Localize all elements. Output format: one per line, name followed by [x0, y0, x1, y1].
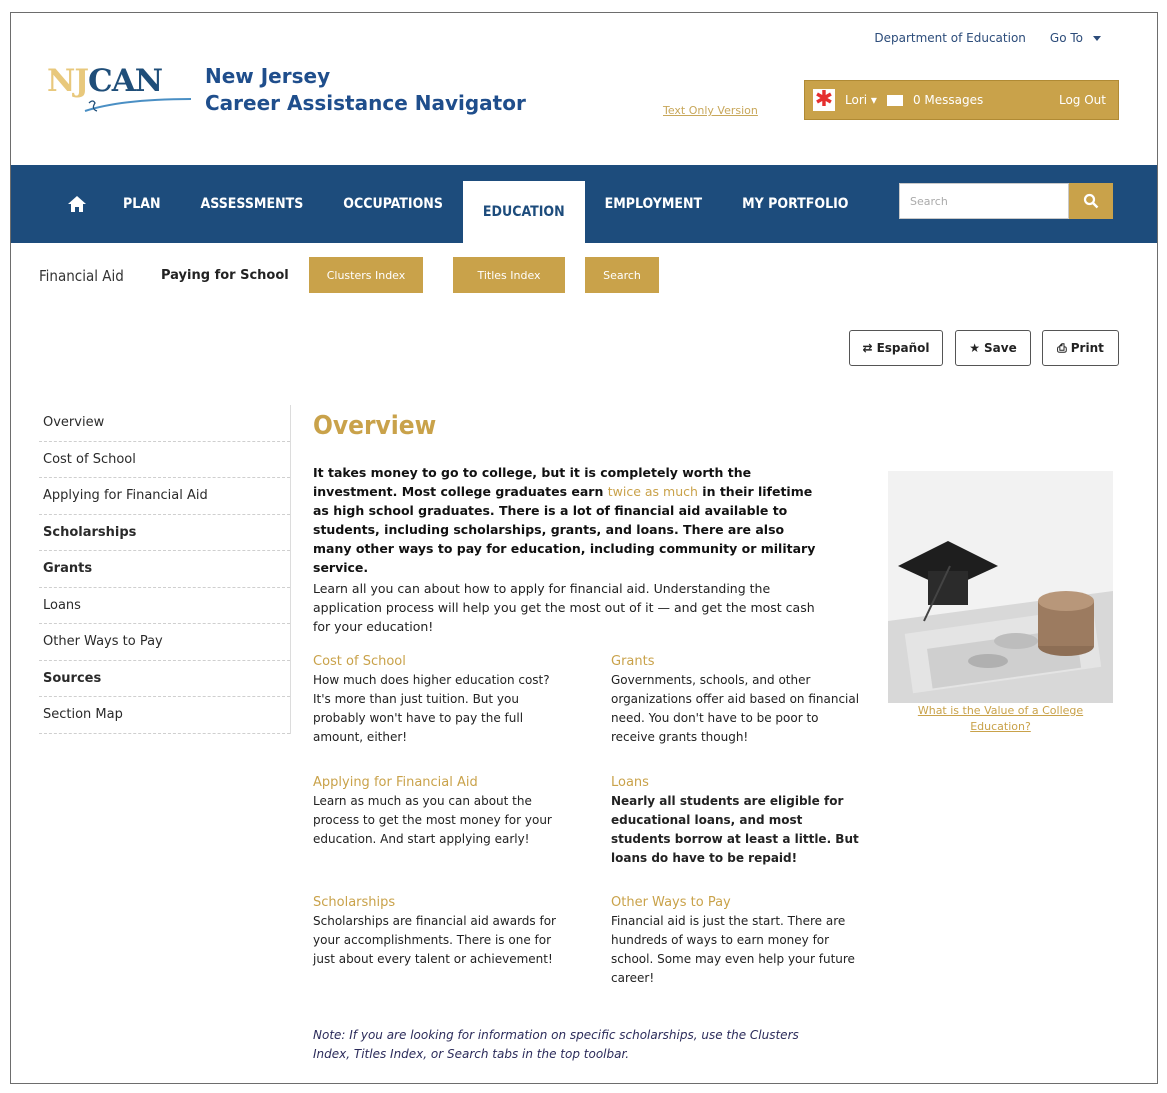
- intro-paragraph: It takes money to go to college, but it …: [313, 465, 816, 575]
- clusters-index-button[interactable]: Clusters Index: [309, 257, 423, 293]
- card-applying-for-financial-aid: Applying for Financial Aid Learn as much…: [313, 774, 563, 849]
- nav-education[interactable]: EDUCATION: [462, 181, 585, 243]
- top-links: Department of Education Go To: [874, 31, 1101, 45]
- card-title-link[interactable]: Grants: [611, 653, 861, 671]
- card-body: Nearly all students are eligible for edu…: [611, 794, 859, 865]
- home-icon: [68, 196, 86, 212]
- chevron-down-icon: [1093, 36, 1101, 41]
- search-icon: [1083, 193, 1099, 209]
- note-text: Note: If you are looking for information…: [313, 1028, 799, 1061]
- messages-link[interactable]: 0 Messages: [913, 93, 983, 107]
- nav-occupations[interactable]: OCCUPATIONS: [323, 165, 463, 243]
- sidebar-item-grants[interactable]: Grants: [39, 551, 290, 588]
- card-other-ways-to-pay: Other Ways to Pay Financial aid is just …: [611, 894, 861, 988]
- translate-icon: ⇄: [862, 341, 873, 355]
- text-only-link[interactable]: Text Only Version: [663, 104, 758, 117]
- card-title-link[interactable]: Loans: [611, 774, 861, 792]
- printer-icon: ⎙: [1057, 340, 1067, 355]
- page-frame: NJCAN New Jersey Career Assistance Navig…: [10, 12, 1158, 1084]
- paying-for-school-link[interactable]: Paying for School: [161, 268, 289, 283]
- card-body: Learn as much as you can about the proce…: [313, 794, 552, 846]
- card-body: Governments, schools, and other organiza…: [611, 673, 860, 744]
- page-title: Overview: [313, 411, 437, 441]
- card-body: How much does higher education cost? It'…: [313, 673, 550, 744]
- card-scholarships: Scholarships Scholarships are financial …: [313, 894, 563, 969]
- nav-plan[interactable]: PLAN: [103, 165, 181, 243]
- sidebar-item-applying-for-financial-aid[interactable]: Applying for Financial Aid: [39, 478, 290, 515]
- search-button[interactable]: [1069, 183, 1113, 219]
- sidebar-nav: Overview Cost of School Applying for Fin…: [39, 405, 291, 734]
- twice-as-much-link[interactable]: twice as much: [608, 484, 698, 499]
- sidebar-item-loans[interactable]: Loans: [39, 588, 290, 624]
- sidebar-item-sources[interactable]: Sources: [39, 661, 290, 697]
- brand-title: New Jersey Career Assistance Navigator: [205, 64, 526, 115]
- college-value-image[interactable]: [888, 471, 1113, 703]
- envelope-icon: [886, 94, 903, 106]
- espanol-button[interactable]: ⇄ Español: [849, 330, 943, 366]
- titles-index-button[interactable]: Titles Index: [453, 257, 565, 293]
- card-title-link[interactable]: Other Ways to Pay: [611, 894, 861, 912]
- logout-button[interactable]: Log Out: [1059, 93, 1106, 107]
- card-body: Financial aid is just the start. There a…: [611, 914, 855, 985]
- nav-assessments[interactable]: ASSESSMENTS: [181, 165, 324, 243]
- section-title: Financial Aid: [39, 267, 124, 285]
- njcan-logo[interactable]: NJCAN: [47, 63, 207, 123]
- card-grants: Grants Governments, schools, and other o…: [611, 653, 861, 747]
- sidebar-item-overview[interactable]: Overview: [39, 405, 290, 442]
- sidebar-item-section-map[interactable]: Section Map: [39, 697, 290, 734]
- card-title-link[interactable]: Cost of School: [313, 653, 563, 671]
- photo-caption-link[interactable]: What is the Value of a College Education…: [888, 703, 1113, 735]
- nav-home[interactable]: [51, 165, 103, 243]
- card-body: Scholarships are financial aid awards fo…: [313, 914, 556, 966]
- save-button[interactable]: ★ Save: [955, 330, 1031, 366]
- sidebar-item-cost-of-school[interactable]: Cost of School: [39, 442, 290, 478]
- department-link[interactable]: Department of Education: [874, 31, 1026, 45]
- alert-star-icon: ✱: [813, 87, 835, 112]
- sidebar-item-scholarships[interactable]: Scholarships: [39, 515, 290, 551]
- card-loans: Loans Nearly all students are eligible f…: [611, 774, 861, 868]
- subnav-search-button[interactable]: Search: [585, 257, 659, 293]
- sidebar-item-other-ways-to-pay[interactable]: Other Ways to Pay: [39, 624, 290, 661]
- star-icon: ★: [969, 341, 981, 355]
- card-cost-of-school: Cost of School How much does higher educ…: [313, 653, 563, 747]
- intro-secondary-paragraph: Learn all you can about how to apply for…: [313, 581, 815, 634]
- nav-employment[interactable]: EMPLOYMENT: [585, 165, 723, 243]
- graduation-cap-money-image: [888, 471, 1113, 703]
- card-title-link[interactable]: Scholarships: [313, 894, 563, 912]
- search-input[interactable]: Search: [899, 183, 1069, 219]
- print-button[interactable]: ⎙ Print: [1042, 330, 1119, 366]
- user-menu[interactable]: Lori ▾: [845, 93, 877, 107]
- user-bar: ✱ Lori ▾ 0 Messages Log Out: [804, 80, 1119, 120]
- card-title-link[interactable]: Applying for Financial Aid: [313, 774, 563, 792]
- goto-dropdown[interactable]: Go To: [1050, 31, 1101, 45]
- swoosh-icon: [84, 98, 192, 112]
- nav-my-portfolio[interactable]: MY PORTFOLIO: [722, 165, 868, 243]
